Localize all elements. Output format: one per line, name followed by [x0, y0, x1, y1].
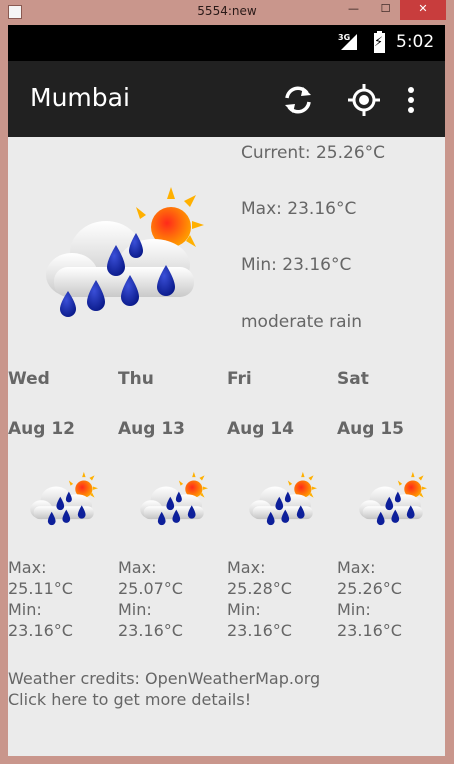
status-bar: 3G ⚡ 5:02: [8, 25, 445, 61]
weather-credits: Weather credits: OpenWeatherMap.org: [8, 669, 321, 688]
weather-description: moderate rain: [241, 312, 363, 332]
maximize-button[interactable]: ☐: [372, 0, 399, 20]
rain-cloud-sun-icon: [46, 187, 204, 317]
rain-cloud-sun-icon: [359, 471, 427, 526]
forecast-max-label: Max:: [118, 558, 157, 577]
current-temp: Current: 25.26°C: [241, 143, 386, 163]
forecast-min-value: 23.16°C: [227, 621, 292, 640]
forecast-max-value: 25.28°C: [227, 579, 292, 598]
forecast-max-value: 25.11°C: [8, 579, 73, 598]
forecast-max-value: 25.07°C: [118, 579, 183, 598]
forecast-min-label: Min:: [227, 600, 261, 619]
more-vert-icon[interactable]: [401, 83, 421, 117]
forecast-day-name: Sat: [337, 369, 369, 389]
forecast-day-name: Thu: [118, 369, 154, 389]
forecast-day-name: Fri: [227, 369, 252, 389]
rain-cloud-sun-icon: [140, 471, 208, 526]
forecast-min-value: 23.16°C: [118, 621, 183, 640]
forecast-max-min: Max: 25.11°C Min: 23.16°C: [8, 557, 73, 641]
minimize-button[interactable]: —: [340, 0, 367, 20]
max-temp: Max: 23.16°C: [241, 199, 357, 219]
forecast-min-label: Min:: [118, 600, 152, 619]
forecast-min-value: 23.16°C: [8, 621, 73, 640]
forecast-max-min: Max: 25.07°C Min: 23.16°C: [118, 557, 183, 641]
forecast-min-label: Min:: [8, 600, 42, 619]
forecast-max-label: Max:: [227, 558, 266, 577]
window-titlebar: 5554:new — ☐ ✕: [0, 0, 454, 24]
forecast-date: Aug 14: [227, 419, 295, 439]
rain-cloud-sun-icon: [249, 471, 317, 526]
forecast-min-value: 23.16°C: [337, 621, 402, 640]
forecast-max-value: 25.26°C: [337, 579, 402, 598]
city-title: Mumbai: [30, 83, 130, 112]
status-clock: 5:02: [396, 32, 435, 52]
forecast-max-label: Max:: [8, 558, 47, 577]
rain-cloud-sun-icon: [30, 471, 98, 526]
locate-icon[interactable]: [347, 83, 381, 117]
battery-icon: ⚡: [374, 31, 385, 53]
more-details-link[interactable]: Click here to get more details!: [8, 690, 251, 709]
network-type: 3G: [338, 33, 351, 42]
forecast-max-min: Max: 25.28°C Min: 23.16°C: [227, 557, 292, 641]
forecast-max-min: Max: 25.26°C Min: 23.16°C: [337, 557, 402, 641]
forecast-date: Aug 15: [337, 419, 405, 439]
refresh-icon[interactable]: [281, 83, 315, 117]
close-button[interactable]: ✕: [400, 0, 446, 20]
forecast-min-label: Min:: [337, 600, 371, 619]
min-temp: Min: 23.16°C: [241, 255, 352, 275]
weather-content: Current: 25.26°C Max: 23.16°C Min: 23.16…: [8, 137, 445, 756]
forecast-day-name: Wed: [8, 369, 50, 389]
forecast-max-label: Max:: [337, 558, 376, 577]
android-screen: 3G ⚡ 5:02 Mumbai Current: 25.26°C Max: 2…: [8, 25, 445, 756]
forecast-date: Aug 13: [118, 419, 186, 439]
forecast-date: Aug 12: [8, 419, 76, 439]
app-bar: Mumbai: [8, 61, 445, 137]
